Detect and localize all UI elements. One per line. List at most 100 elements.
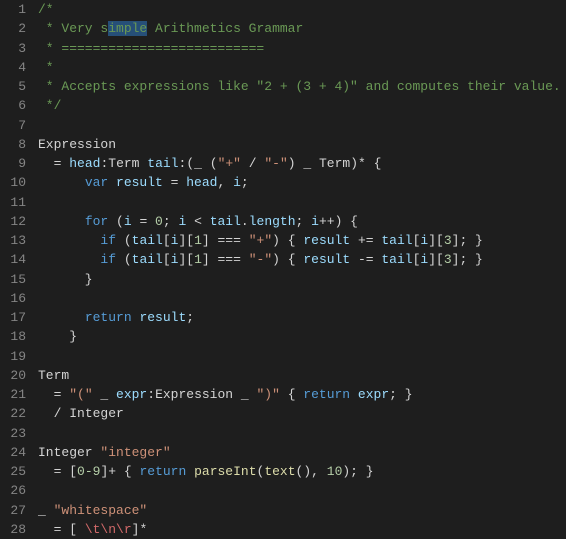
- line-number: 24: [8, 443, 26, 462]
- token: if: [100, 233, 116, 248]
- token: [350, 387, 358, 402]
- token: _: [38, 503, 54, 518]
- token: -=: [350, 252, 381, 267]
- code-line[interactable]: var result = head, i;: [38, 173, 566, 192]
- line-number: 21: [8, 385, 26, 404]
- line-number: 6: [8, 96, 26, 115]
- token: Expression: [155, 387, 233, 402]
- token: :: [147, 387, 155, 402]
- code-area[interactable]: /* * Very simple Arithmetics Grammar * =…: [38, 0, 566, 539]
- line-number: 1: [8, 0, 26, 19]
- token: i: [124, 214, 132, 229]
- code-line[interactable]: Term: [38, 366, 566, 385]
- line-number: 15: [8, 270, 26, 289]
- token: {: [366, 156, 382, 171]
- code-line[interactable]: [38, 424, 566, 443]
- token: i: [233, 175, 241, 190]
- token: ][: [428, 252, 444, 267]
- token: "integer": [100, 445, 170, 460]
- token: result: [303, 233, 350, 248]
- token: 10: [327, 464, 343, 479]
- code-line[interactable]: = [0-9]+ { return parseInt(text(), 10); …: [38, 462, 566, 481]
- line-number: 19: [8, 347, 26, 366]
- code-line[interactable]: }: [38, 327, 566, 346]
- token: +=: [350, 233, 381, 248]
- token: return: [139, 464, 186, 479]
- line-number: 14: [8, 250, 26, 269]
- code-line[interactable]: /*: [38, 0, 566, 19]
- token: return: [85, 310, 132, 325]
- code-line[interactable]: Expression: [38, 135, 566, 154]
- code-line[interactable]: [38, 193, 566, 212]
- token: ]; }: [452, 233, 483, 248]
- code-line[interactable]: * Very simple Arithmetics Grammar: [38, 19, 566, 38]
- token: ++: [319, 214, 335, 229]
- line-number: 11: [8, 193, 26, 212]
- line-number: 9: [8, 154, 26, 173]
- line-number: 5: [8, 77, 26, 96]
- token: Integer: [69, 406, 124, 421]
- line-number: 10: [8, 173, 26, 192]
- code-line[interactable]: *: [38, 58, 566, 77]
- code-line[interactable]: }: [38, 270, 566, 289]
- code-line[interactable]: for (i = 0; i < tail.length; i++) {: [38, 212, 566, 231]
- code-line[interactable]: = [ \t\n\r]*: [38, 520, 566, 539]
- line-number: 7: [8, 116, 26, 135]
- token: =: [132, 214, 155, 229]
- token: ]; }: [452, 252, 483, 267]
- line-number: 26: [8, 481, 26, 500]
- code-line[interactable]: [38, 481, 566, 500]
- token: "-": [264, 156, 287, 171]
- token: * ==========================: [38, 41, 264, 56]
- token: _: [93, 387, 116, 402]
- token: ) {: [272, 252, 303, 267]
- token: [: [69, 522, 85, 537]
- line-number: 16: [8, 289, 26, 308]
- token: ][: [178, 233, 194, 248]
- line-number: 4: [8, 58, 26, 77]
- token: {: [116, 464, 139, 479]
- token: ;: [163, 214, 179, 229]
- code-line[interactable]: if (tail[i][1] === "-") { result -= tail…: [38, 250, 566, 269]
- line-number: 23: [8, 424, 26, 443]
- code-line[interactable]: [38, 347, 566, 366]
- token: "+": [249, 233, 272, 248]
- token: */: [38, 98, 61, 113]
- token: /: [241, 156, 264, 171]
- code-line[interactable]: = head:Term tail:(_ ("+" / "-") _ Term)*…: [38, 154, 566, 173]
- token: "(": [69, 387, 92, 402]
- token: if: [100, 252, 116, 267]
- code-line[interactable]: Integer "integer": [38, 443, 566, 462]
- token: 0: [155, 214, 163, 229]
- token: ")": [256, 387, 279, 402]
- code-line[interactable]: * ==========================: [38, 39, 566, 58]
- code-line[interactable]: if (tail[i][1] === "+") { result += tail…: [38, 231, 566, 250]
- token: result: [303, 252, 350, 267]
- code-line[interactable]: [38, 289, 566, 308]
- token: ][: [428, 233, 444, 248]
- token: _: [233, 387, 256, 402]
- token: =: [38, 464, 69, 479]
- token: *: [139, 522, 147, 537]
- token: "whitespace": [54, 503, 148, 518]
- code-line[interactable]: / Integer: [38, 404, 566, 423]
- token: ) {: [272, 233, 303, 248]
- token: ] ===: [202, 233, 249, 248]
- code-line[interactable]: [38, 116, 566, 135]
- code-line[interactable]: _ "whitespace": [38, 501, 566, 520]
- token: /: [38, 406, 69, 421]
- token: Arithmetics Grammar: [147, 21, 303, 36]
- code-editor[interactable]: 1234567891011121314151617181920212223242…: [0, 0, 566, 539]
- token: (: [116, 233, 132, 248]
- token: head: [186, 175, 217, 190]
- token: [: [163, 252, 171, 267]
- token: 3: [444, 233, 452, 248]
- line-number: 13: [8, 231, 26, 250]
- code-line[interactable]: * Accepts expressions like "2 + (3 + 4)"…: [38, 77, 566, 96]
- code-line[interactable]: return result;: [38, 308, 566, 327]
- token: "+": [218, 156, 241, 171]
- code-line[interactable]: = "(" _ expr:Expression _ ")" { return e…: [38, 385, 566, 404]
- code-line[interactable]: */: [38, 96, 566, 115]
- token: ;: [186, 310, 194, 325]
- token: ] ===: [202, 252, 249, 267]
